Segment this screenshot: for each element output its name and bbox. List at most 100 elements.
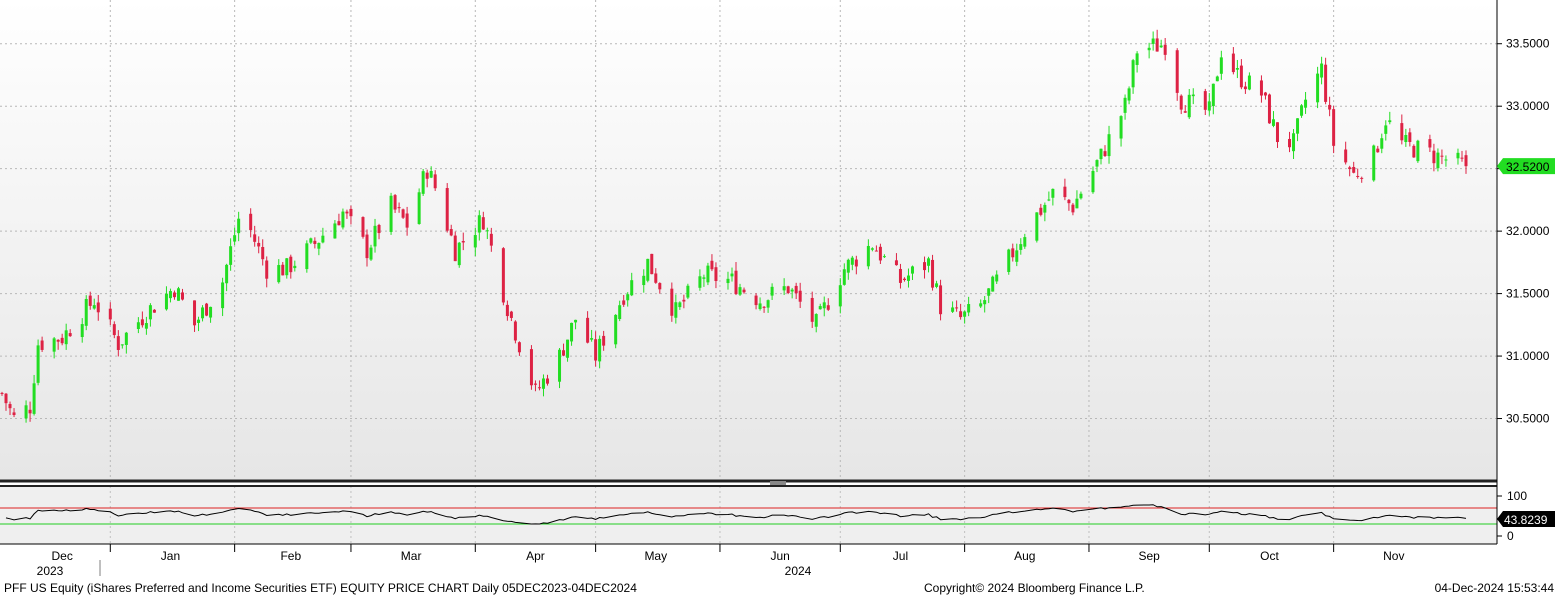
candle-down: [205, 303, 209, 316]
candle-down: [1039, 207, 1043, 215]
candle-up: [84, 298, 88, 326]
y-tick-label: 30.5000: [1506, 412, 1550, 426]
candle-up: [1091, 170, 1095, 193]
x-month-label: Nov: [1383, 549, 1404, 563]
candle-up: [373, 225, 377, 247]
candle-up: [285, 258, 289, 276]
candle-down: [249, 213, 253, 231]
candle-up: [52, 338, 56, 352]
candle-down: [257, 242, 261, 247]
candle-down: [734, 270, 738, 295]
x-month-label: Jan: [161, 549, 180, 563]
candle-up: [758, 303, 762, 310]
candle-up: [229, 246, 233, 265]
panel-resize-handle: [770, 481, 786, 485]
candle-down: [1324, 64, 1328, 102]
candle-up: [1151, 38, 1155, 44]
candle-up: [814, 314, 818, 327]
candle-down: [265, 260, 269, 279]
footer: PFF US Equity (iShares Preferred and Inc…: [0, 578, 1556, 597]
candle-up: [176, 288, 180, 301]
candle-down: [8, 404, 12, 409]
candle-down: [289, 256, 293, 273]
candle-up: [1015, 250, 1019, 262]
candle-up: [590, 338, 594, 340]
candle-down: [68, 333, 72, 337]
candle-up: [1207, 101, 1211, 111]
candle-up: [882, 256, 886, 258]
candle-down: [1440, 155, 1444, 157]
candle-up: [614, 314, 618, 345]
candle-up: [124, 332, 128, 345]
candle-up: [818, 306, 822, 310]
candle-down: [874, 250, 878, 252]
x-month-label: Dec: [51, 549, 72, 563]
candle-up: [421, 171, 425, 194]
candle-down: [594, 339, 598, 361]
candle-down: [1432, 150, 1436, 164]
candle-up: [80, 324, 84, 338]
candle-up: [906, 275, 910, 281]
candle-down: [1428, 139, 1432, 148]
price-panel-background: [0, 0, 1497, 481]
candle-up: [1436, 152, 1440, 169]
candle-up: [790, 289, 794, 292]
candle-up: [64, 330, 68, 345]
candle-up: [1147, 47, 1151, 51]
candle-up: [1023, 237, 1027, 247]
candle-down: [959, 311, 963, 318]
candle-up: [1107, 134, 1111, 157]
candle-up: [991, 276, 995, 292]
candle-up: [935, 283, 939, 287]
candle-down: [461, 241, 465, 243]
candle-down: [1267, 94, 1271, 124]
candle-down: [1275, 122, 1279, 143]
candle-down: [650, 253, 654, 275]
candle-down: [172, 292, 176, 298]
candle-down: [401, 209, 405, 218]
candle-down: [1163, 44, 1167, 55]
candle-down: [714, 267, 718, 282]
candle-up: [842, 269, 846, 285]
candle-down: [1231, 53, 1235, 73]
candle-down: [393, 195, 397, 210]
candle-down: [878, 246, 882, 261]
y-tick-label: 33.0000: [1506, 99, 1550, 113]
candle-down: [955, 307, 959, 309]
y-tick-label: 33.5000: [1506, 37, 1550, 51]
candle-down: [898, 268, 902, 283]
candle-up: [1191, 94, 1195, 97]
candle-down: [670, 288, 674, 316]
rsi-panel-background: [0, 486, 1497, 544]
x-month-label: Jun: [770, 549, 789, 563]
candle-up: [1215, 76, 1219, 82]
candle-up: [838, 285, 842, 307]
candle-up: [1404, 134, 1408, 143]
candle-up: [1384, 125, 1388, 134]
candle-down: [1408, 132, 1412, 142]
candle-up: [32, 383, 36, 414]
x-month-label: Apr: [526, 549, 545, 563]
candle-down: [931, 259, 935, 288]
candle-down: [902, 278, 906, 281]
candle-down: [1203, 91, 1207, 110]
candle-down: [894, 260, 898, 266]
candle-down: [365, 234, 369, 259]
candle-up: [927, 258, 931, 266]
candle-up: [866, 245, 870, 267]
candle-down: [337, 221, 341, 226]
candle-down: [529, 349, 533, 386]
candle-up: [225, 264, 229, 284]
candle-up: [1127, 88, 1131, 101]
candle-down: [1175, 50, 1179, 93]
candle-down: [1352, 166, 1356, 173]
candle-up: [417, 192, 421, 224]
candle-up: [570, 322, 574, 342]
candle-up: [686, 285, 690, 298]
candle-down: [1360, 177, 1364, 179]
candle-up: [1019, 244, 1023, 250]
candle-down: [798, 290, 802, 302]
candle-up: [910, 266, 914, 274]
candle-up: [389, 195, 393, 232]
candle-down: [586, 317, 590, 343]
